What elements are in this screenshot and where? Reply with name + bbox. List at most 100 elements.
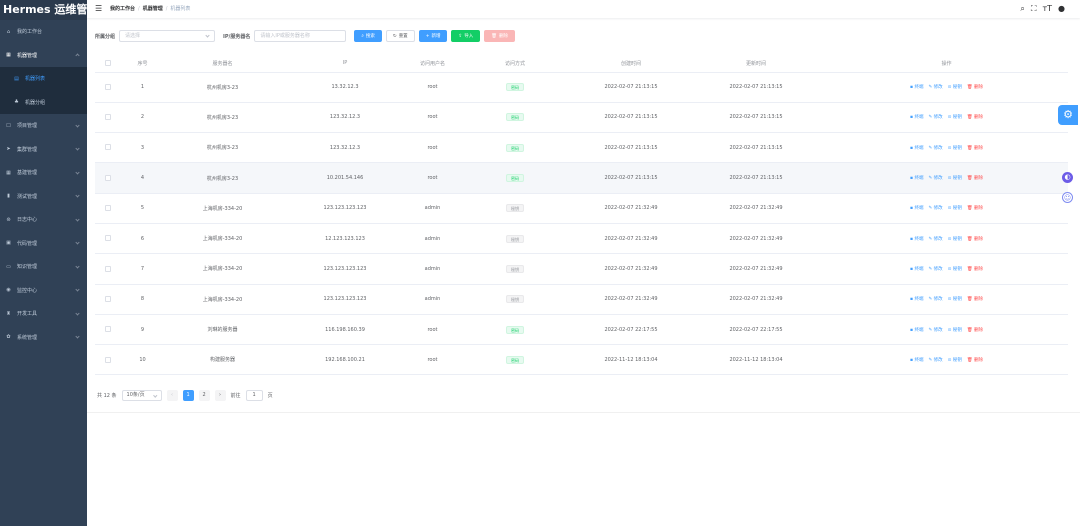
terminal-button[interactable]: ▪ 终端 xyxy=(910,236,923,242)
row-checkbox[interactable] xyxy=(104,326,111,333)
sidebar-item-13[interactable]: ✿ 系统管理 xyxy=(0,326,87,350)
key-button[interactable]: ⊙ 秘钥 xyxy=(948,175,962,181)
key-button[interactable]: ⊙ 秘钥 xyxy=(948,84,962,90)
page-size-select[interactable]: 10条/页 xyxy=(121,390,162,401)
terminal-button[interactable]: ▪ 终端 xyxy=(910,175,923,181)
next-page-button[interactable]: › xyxy=(214,390,226,401)
sidebar-item-9[interactable]: ▣ 代码管理 xyxy=(0,232,87,256)
delete-button[interactable]: 🗑 删除 xyxy=(967,114,983,120)
key-button[interactable]: ⊙ 秘钥 xyxy=(948,357,962,363)
key-button[interactable]: ⊙ 秘钥 xyxy=(948,205,962,211)
terminal-button[interactable]: ▪ 终端 xyxy=(910,205,923,211)
table-row[interactable]: 5 上海机房-334-20 123.123.123.123 admin 秘钥 2022-0… xyxy=(95,193,1068,224)
assistant-icon[interactable]: ◐ xyxy=(1062,172,1073,183)
terminal-button[interactable]: ▪ 终端 xyxy=(910,296,923,302)
add-button[interactable]: + 新增 xyxy=(418,30,448,42)
terminal-button[interactable]: ▪ 终端 xyxy=(910,145,923,151)
sidebar-item-1[interactable]: ▦ 机器管理 xyxy=(0,44,87,68)
row-checkbox[interactable] xyxy=(104,205,111,212)
key-button[interactable]: ⊙ 秘钥 xyxy=(948,266,962,272)
sidebar-item-3[interactable]: ♣ 机器分组 xyxy=(0,90,87,114)
terminal-button[interactable]: ▪ 终端 xyxy=(910,327,923,333)
delete-button[interactable]: 🗑 删除 xyxy=(967,84,983,90)
cell-actions: ▪ 终端 ✎ 修改 ⊙ 秘钥 🗑 删除 xyxy=(825,193,1068,224)
table-row[interactable]: 7 上海机房-334-20 123.123.123.123 admin 秘钥 2022-0… xyxy=(95,253,1068,285)
table-row[interactable]: 1 杭州机房3-23 13.32.12.3 root 密码 2022-02-07 21:1… xyxy=(95,72,1068,103)
font-size-icon[interactable]: ᴛT xyxy=(1042,4,1052,13)
user-avatar-icon[interactable]: ● xyxy=(1058,4,1065,13)
edit-button[interactable]: ✎ 修改 xyxy=(928,296,942,302)
delete-button[interactable]: 🗑 删除 xyxy=(967,357,983,363)
sidebar-item-0[interactable]: ⌂ 我的工作台 xyxy=(0,20,87,44)
row-checkbox[interactable] xyxy=(104,265,111,272)
edit-button[interactable]: ✎ 修改 xyxy=(928,205,942,211)
page-2-button[interactable]: 2 xyxy=(198,390,210,401)
sidebar-item-4[interactable]: ☐ 项目管理 xyxy=(0,114,87,138)
breadcrumb-item-machine[interactable]: 机器管理 xyxy=(143,6,163,12)
edit-button[interactable]: ✎ 修改 xyxy=(928,266,942,272)
table-row[interactable]: 6 上海机房-334-20 12.123.123.123 admin 秘钥 2022-02… xyxy=(95,223,1068,255)
delete-button[interactable]: 🗑 删除 xyxy=(967,205,983,211)
key-button[interactable]: ⊙ 秘钥 xyxy=(948,327,962,333)
edit-button[interactable]: ✎ 修改 xyxy=(928,114,942,120)
key-button[interactable]: ⊙ 秘钥 xyxy=(948,236,962,242)
edit-button[interactable]: ✎ 修改 xyxy=(928,357,942,363)
edit-button[interactable]: ✎ 修改 xyxy=(928,145,942,151)
key-button[interactable]: ⊙ 秘钥 xyxy=(948,145,962,151)
breadcrumb-item-workbench[interactable]: 我的工作台 xyxy=(110,6,135,12)
terminal-button[interactable]: ▪ 终端 xyxy=(910,357,923,363)
sidebar-item-5[interactable]: ➤ 集群管理 xyxy=(0,138,87,162)
terminal-button[interactable]: ▪ 终端 xyxy=(910,266,923,272)
sidebar-item-7[interactable]: ▮ 测试管理 xyxy=(0,185,87,209)
table-row[interactable]: 3 杭州机房3-23 123.32.12.3 root 密码 2022-02-07 21:… xyxy=(95,132,1068,164)
table-row[interactable]: 2 杭州机房3-23 123.32.12.3 root 密码 2022-02-07 21:… xyxy=(95,102,1068,134)
key-button[interactable]: ⊙ 秘钥 xyxy=(948,296,962,302)
row-checkbox[interactable] xyxy=(104,83,111,90)
sidebar-item-8[interactable]: ⊜ 日志中心 xyxy=(0,208,87,232)
sidebar-item-12[interactable]: ♜ 开发工具 xyxy=(0,302,87,326)
reset-button[interactable]: ↻ 重置 xyxy=(385,30,415,42)
fullscreen-icon[interactable]: ⛶ xyxy=(1031,4,1037,13)
edit-button[interactable]: ✎ 修改 xyxy=(928,236,942,242)
import-button[interactable]: ⇪ 导入 xyxy=(451,30,481,42)
terminal-button[interactable]: ▪ 终端 xyxy=(910,114,923,120)
robot-icon[interactable]: ☺ xyxy=(1062,192,1073,203)
settings-gear-icon[interactable]: ⚙ xyxy=(1058,105,1078,125)
sidebar-item-2[interactable]: ▤ 机器列表 xyxy=(0,67,87,91)
hamburger-icon[interactable]: ☰ xyxy=(95,5,102,13)
row-checkbox[interactable] xyxy=(104,114,111,121)
row-checkbox[interactable] xyxy=(104,174,111,181)
table-row[interactable]: 4 杭州机房3-23 10.201.54.146 root 密码 2022-02-07 2… xyxy=(95,162,1068,194)
table-row[interactable]: 9 刘琳的服务器 116.198.160.39 root 密码 2022-02-07 22… xyxy=(95,314,1068,346)
sidebar-item-6[interactable]: ▦ 基建管理 xyxy=(0,161,87,185)
delete-button[interactable]: 🗑 删除 xyxy=(967,145,983,151)
terminal-button[interactable]: ▪ 终端 xyxy=(910,84,923,90)
row-checkbox[interactable] xyxy=(104,356,111,363)
row-checkbox[interactable] xyxy=(104,144,111,151)
select-all-checkbox[interactable] xyxy=(104,60,111,66)
table-row[interactable]: 8 上海机房-334-20 123.123.123.123 admin 秘钥 2022-0… xyxy=(95,284,1068,315)
ip-search-input[interactable] xyxy=(254,30,347,42)
search-icon[interactable]: ⌕ xyxy=(1020,4,1024,13)
table-row[interactable]: 10 构建服务器 192.168.100.21 root 密码 2022-11-12 18… xyxy=(95,344,1068,376)
delete-button[interactable]: 🗑 删除 xyxy=(484,30,515,42)
edit-button[interactable]: ✎ 修改 xyxy=(928,327,942,333)
sidebar-item-10[interactable]: ▭ 知识管理 xyxy=(0,255,87,279)
delete-button[interactable]: 🗑 删除 xyxy=(967,266,983,272)
delete-button[interactable]: 🗑 删除 xyxy=(967,296,983,302)
cell-actions: ▪ 终端 ✎ 修改 ⊙ 秘钥 🗑 删除 xyxy=(825,132,1068,164)
page-1-button[interactable]: 1 xyxy=(182,390,194,401)
delete-button[interactable]: 🗑 删除 xyxy=(967,327,983,333)
group-select[interactable]: 请选择 xyxy=(119,30,216,42)
search-button[interactable]: ⌕ 搜索 xyxy=(354,30,382,42)
row-checkbox[interactable] xyxy=(104,235,111,242)
sidebar-item-11[interactable]: ◉ 监控中心 xyxy=(0,279,87,303)
delete-button[interactable]: 🗑 删除 xyxy=(967,175,983,181)
prev-page-button[interactable]: ‹ xyxy=(166,390,178,401)
key-button[interactable]: ⊙ 秘钥 xyxy=(948,114,962,120)
delete-button[interactable]: 🗑 删除 xyxy=(967,236,983,242)
edit-button[interactable]: ✎ 修改 xyxy=(928,175,942,181)
row-checkbox[interactable] xyxy=(104,295,111,302)
goto-page-input[interactable]: 1 xyxy=(245,390,263,401)
edit-button[interactable]: ✎ 修改 xyxy=(928,84,942,90)
